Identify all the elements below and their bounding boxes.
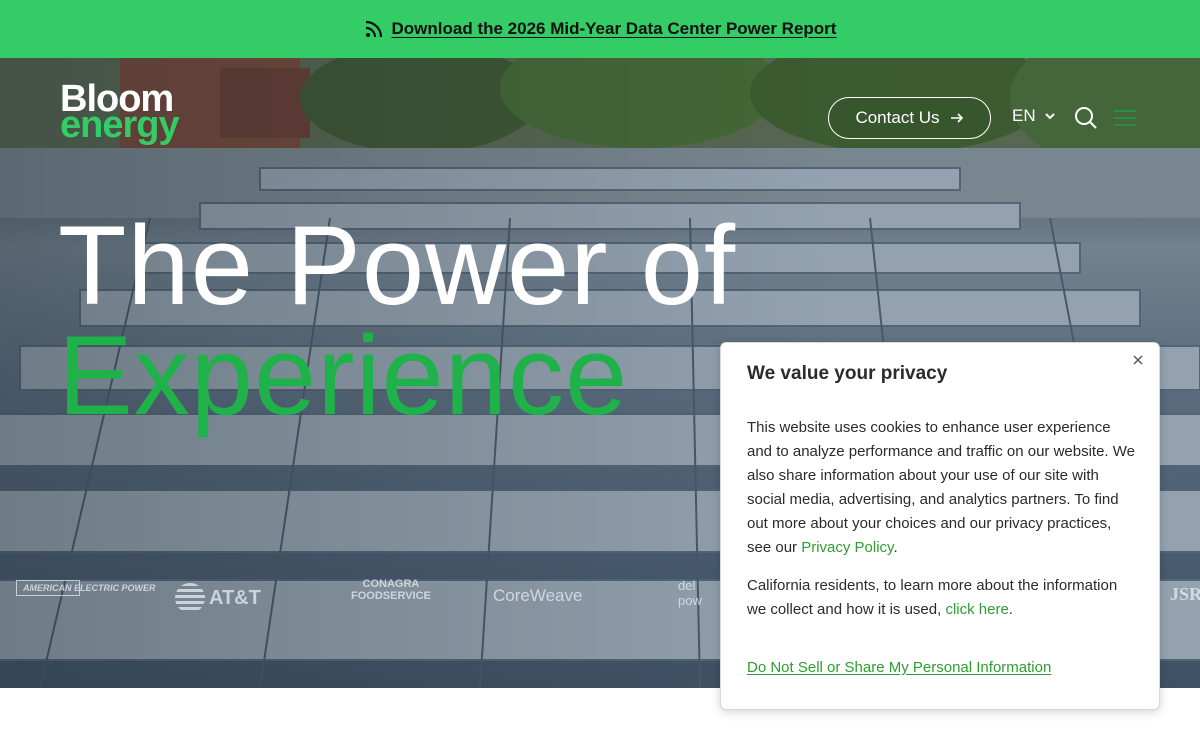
partner-delmarva-line2: pow: [678, 593, 702, 608]
close-icon[interactable]: [1131, 353, 1145, 367]
click-here-link[interactable]: click here: [945, 601, 1008, 618]
partner-logo-jsr: JSR: [1170, 584, 1200, 604]
chevron-down-icon: [1044, 110, 1056, 122]
cookie-body-text: This website uses cookies to enhance use…: [747, 419, 1136, 556]
bloom-energy-logo[interactable]: Bloom energy: [60, 80, 180, 146]
california-notice-text: California residents, to learn more abou…: [747, 577, 1118, 618]
cookie-dialog-body: This website uses cookies to enhance use…: [747, 416, 1137, 560]
hero-headline-line2: Experience: [58, 313, 629, 438]
contact-us-button[interactable]: Contact Us: [828, 97, 991, 139]
partner-logo-att: AT&T: [175, 583, 261, 613]
california-notice: California residents, to learn more abou…: [747, 574, 1137, 622]
partner-delmarva-line1: del: [678, 578, 696, 593]
language-label: EN: [1012, 106, 1036, 125]
logo-word-energy: energy: [60, 104, 180, 146]
partner-logo-conagra: CONAGRA FOODSERVICE: [351, 578, 431, 602]
announcement-banner: Download the 2026 Mid-Year Data Center P…: [0, 0, 1200, 58]
report-download-link[interactable]: Download the 2026 Mid-Year Data Center P…: [392, 19, 837, 39]
partner-conagra-line1: CONAGRA: [362, 578, 420, 590]
partner-logo-aep: AMERICAN ELECTRIC POWER: [16, 580, 156, 596]
partner-logo-delmarva: del pow: [678, 578, 702, 608]
do-not-sell-link[interactable]: Do Not Sell or Share My Personal Informa…: [747, 659, 1051, 676]
cookie-body-end: .: [893, 539, 898, 556]
search-icon[interactable]: [1074, 106, 1098, 130]
language-selector[interactable]: EN: [1012, 106, 1056, 126]
cookie-consent-dialog: We value your privacy This website uses …: [720, 342, 1160, 710]
rss-feed-icon: [364, 19, 384, 39]
hero-headline-line1: The Power of: [58, 203, 737, 328]
cookie-dialog-title: We value your privacy: [747, 363, 948, 384]
contact-us-label: Contact Us: [855, 108, 940, 127]
partner-att-label: AT&T: [209, 586, 261, 609]
privacy-policy-link[interactable]: Privacy Policy: [801, 539, 893, 556]
att-globe-icon: [175, 583, 205, 613]
california-notice-end: .: [1008, 601, 1013, 618]
partner-logo-coreweave: CoreWeave: [493, 586, 583, 605]
partner-conagra-line2: FOODSERVICE: [351, 590, 431, 602]
menu-icon[interactable]: [1114, 110, 1136, 128]
arrow-right-icon: [950, 111, 964, 125]
